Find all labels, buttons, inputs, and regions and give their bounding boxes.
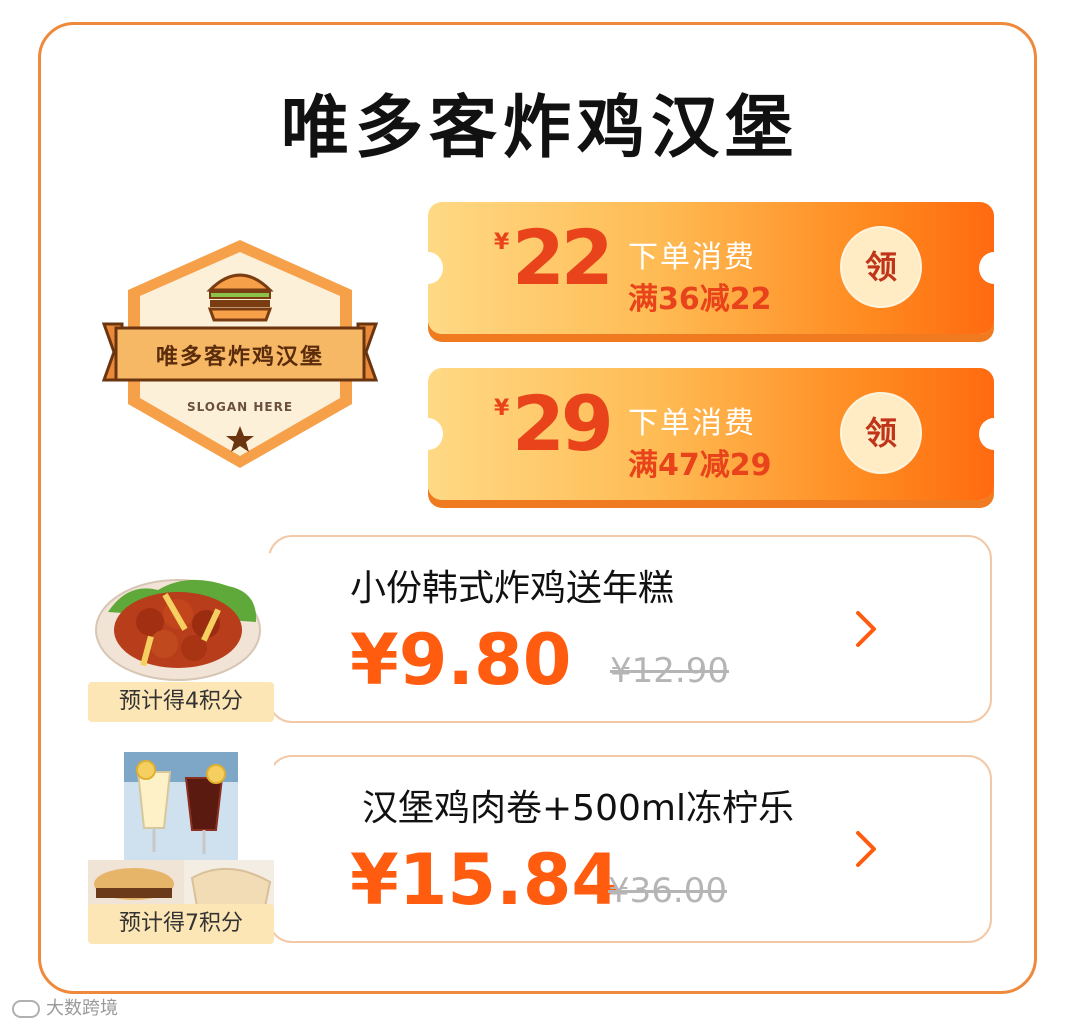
product-price: ¥9.80: [350, 619, 572, 701]
logo-name: 唯多客炸鸡汉堡: [155, 345, 324, 370]
product-original-price: ¥36.00: [608, 871, 727, 911]
coupon-29[interactable]: ¥ 29 下单消费 满47减29 领: [428, 368, 994, 500]
points-badge: 预计得7积分: [88, 904, 274, 944]
burger-icon: [206, 273, 274, 322]
chevron-right-icon[interactable]: [854, 829, 878, 869]
watermark-text: 大数跨境: [46, 998, 118, 1019]
coupon-22[interactable]: ¥ 22 下单消费 满36减22 领: [428, 202, 994, 334]
shop-title: 唯多客炸鸡汉堡: [280, 89, 799, 168]
coupon-currency: ¥: [494, 230, 510, 255]
coupon-amount: 29: [512, 379, 614, 468]
points-badge: 预计得4积分: [88, 682, 274, 722]
product-original-price: ¥12.90: [610, 651, 729, 691]
watermark: 大数跨境: [12, 994, 118, 1020]
shop-logo: 唯多客炸鸡汉堡 SLOGAN HERE: [100, 232, 380, 477]
coupon-notch: [428, 252, 443, 284]
coupon-notch: [979, 418, 994, 450]
coupon-amount: 22: [512, 213, 614, 302]
coupon-notch: [428, 418, 443, 450]
product-title: 小份韩式炸鸡送年糕: [350, 568, 675, 609]
coupon-currency: ¥: [494, 396, 510, 421]
product-card-burger-combo[interactable]: 汉堡鸡肉卷+500ml冻柠乐 ¥15.84 ¥36.00: [268, 755, 992, 943]
watermark-logo-icon: [12, 1000, 40, 1018]
coupon-rule: 满36减22: [628, 282, 772, 317]
product-title: 汉堡鸡肉卷+500ml冻柠乐: [362, 788, 794, 829]
coupon-condition-label: 下单消费: [628, 240, 756, 275]
coupon-condition-label: 下单消费: [628, 406, 756, 441]
claim-coupon-button[interactable]: 领: [840, 226, 922, 308]
coupon-rule: 满47减29: [628, 448, 772, 483]
logo-slogan: SLOGAN HERE: [186, 400, 294, 414]
product-price: ¥15.84: [350, 839, 621, 921]
coupon-notch: [979, 252, 994, 284]
product-card-fried-chicken[interactable]: 小份韩式炸鸡送年糕 ¥9.80 ¥12.90: [268, 535, 992, 723]
claim-coupon-button[interactable]: 领: [840, 392, 922, 474]
chevron-right-icon[interactable]: [854, 609, 878, 649]
